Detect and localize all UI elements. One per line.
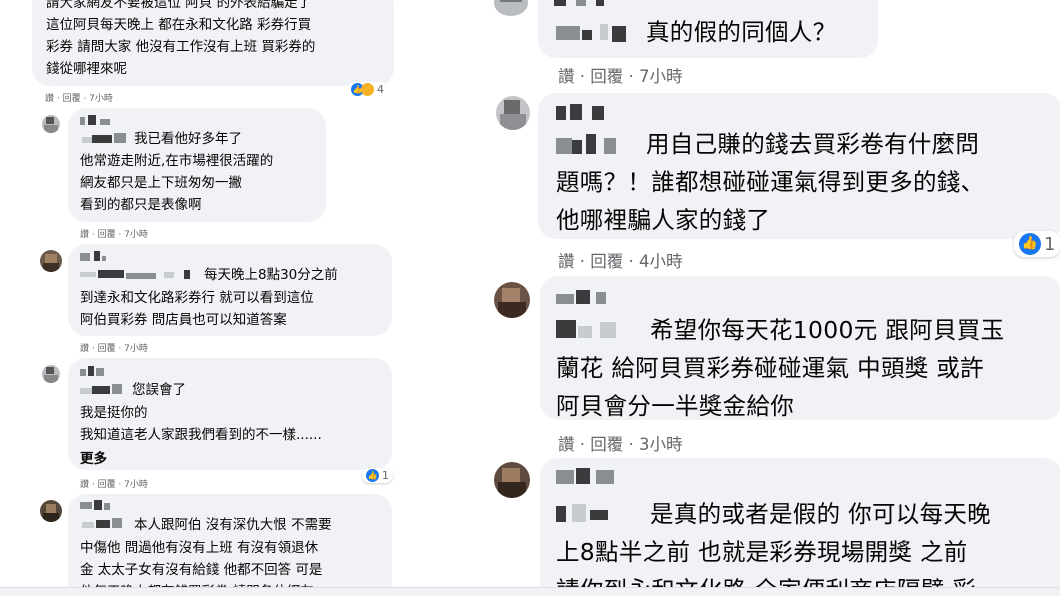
comment-meta[interactable]: 讚 · 回覆 · 7小時 [558,63,682,87]
avatar[interactable] [496,96,530,130]
comment-text: 到達永和文化路彩券行 就可以看到這位 阿伯買彩券 問店員也可以知道答案 [80,290,314,328]
reaction-count[interactable]: 👍 4 [348,82,387,97]
right-comment-panel: 真的假的同個人？ 讚 · 回覆 · 7小時 用自己賺的錢去買彩卷有什麼問 題嗎？… [432,0,1060,596]
comment-text: 他常遊走附近,在市場裡很活躍的 網友都只是上下班匆匆一撇 看到的都只是表像啊 [80,153,274,213]
reaction-number: 4 [377,83,384,96]
comment-first-line: 您誤會了 [132,382,186,398]
like-icon: 👍 [366,469,379,482]
avatar[interactable] [40,250,62,272]
avatar[interactable] [494,462,530,498]
comment-text: 請大家網友不要被這位 阿貝 的外表給騙走了 這位阿貝每天晚上 都在永和文化路 彩… [46,0,316,77]
haha-icon [361,83,374,96]
comment-meta[interactable]: 讚 · 回覆 · 7小時 [45,91,113,104]
commenter-name-line [80,268,200,280]
commenter-name-line [82,518,130,530]
reaction-number: 1 [1044,233,1056,255]
commenter-name-line [556,20,642,44]
commenter-name[interactable] [80,366,112,378]
avatar[interactable] [494,282,530,318]
comment-text: 我是挺你的 我知道這老人家跟我們看到的不一樣...... [80,405,322,443]
avatar[interactable] [40,500,62,522]
reaction-number: 1 [382,469,389,482]
commenter-name[interactable] [80,115,122,127]
reaction-count[interactable]: 👍 1 [362,468,393,483]
like-icon: 👍 [1019,233,1041,255]
comment-text: 真的假的同個人？ [646,18,837,46]
commenter-name[interactable] [80,500,120,512]
avatar[interactable] [494,0,528,16]
commenter-name-line [80,384,128,396]
left-comment-panel: 請大家網友不要被這位 阿貝 的外表給騙走了 這位阿貝每天晚上 都在永和文化路 彩… [0,0,430,596]
comment-first-line: 我已看他好多年了 [134,131,242,147]
commenter-name-line [82,133,130,145]
commenter-name[interactable] [556,104,636,124]
comment-text: 題嗎？！誰都想碰碰運氣得到更多的錢、 他哪裡騙人家的錢了 [556,168,985,234]
commenter-name-line [556,316,640,340]
commenter-name[interactable] [80,251,120,263]
comment-text: 蘭花 給阿貝買彩券碰碰運氣 中頭獎 或許 阿貝會分一半獎金給你 [556,354,984,420]
comment-meta[interactable]: 讚 · 回覆 · 7小時 [80,477,148,490]
comment-meta[interactable]: 讚 · 回覆 · 7小時 [80,227,148,240]
bottom-edge [0,587,1060,596]
comment-meta[interactable]: 讚 · 回覆 · 3小時 [558,431,682,455]
comment-meta[interactable]: 讚 · 回覆 · 7小時 [80,341,148,354]
commenter-name-line [556,500,640,524]
commenter-name-line [556,132,640,156]
see-more-link[interactable]: 更多 [80,447,107,467]
comment-first-line: 每天晚上8點30分之前 [204,267,338,283]
comment-first-line: 用自己賺的錢去買彩卷有什麼問 [646,130,980,158]
commenter-name[interactable] [556,288,636,308]
commenter-name[interactable] [556,468,636,488]
comment-meta[interactable]: 讚 · 回覆 · 4小時 [558,248,682,272]
comment-first-line: 是真的或者是假的 你可以每天晚 [650,500,991,528]
avatar[interactable] [42,365,60,383]
commenter-name[interactable] [554,0,644,8]
avatar[interactable] [42,115,60,133]
comment-first-line: 希望你每天花1000元 跟阿貝買玉 [650,316,1005,344]
reaction-count[interactable]: 👍 1 [1014,231,1060,257]
comment-first-line: 本人跟阿伯 沒有深仇大恨 不需要 [134,517,332,533]
